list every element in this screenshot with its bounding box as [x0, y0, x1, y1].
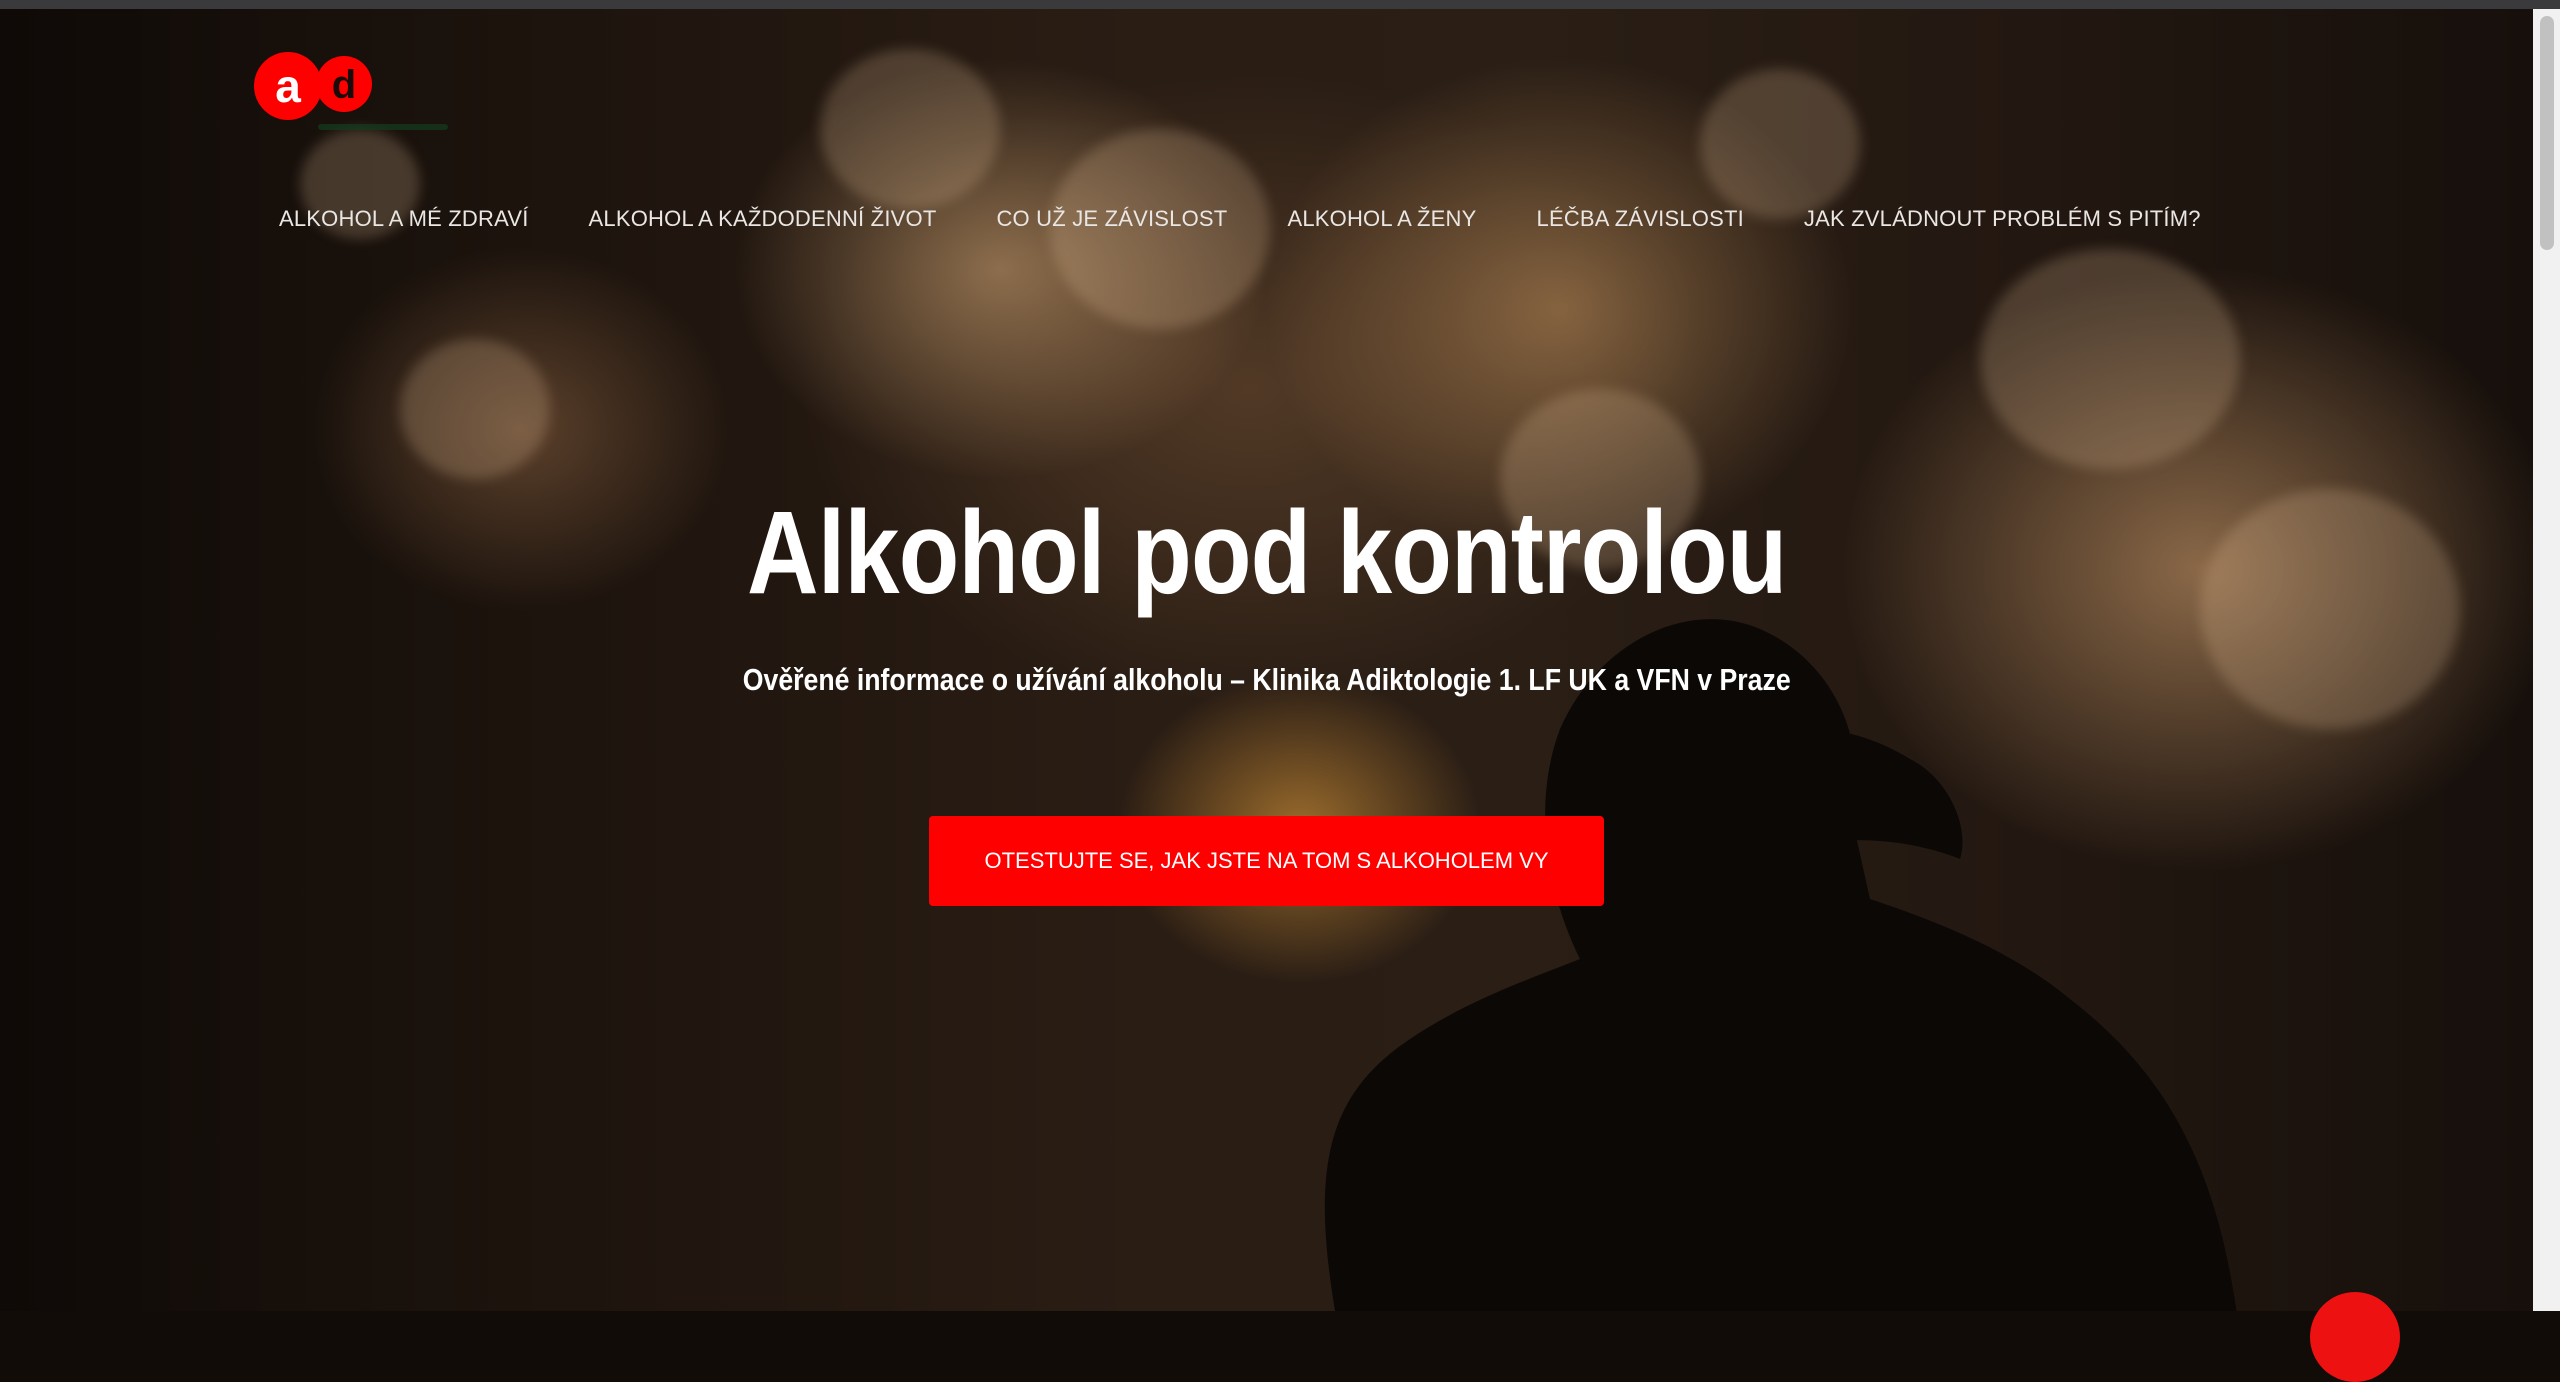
- bokeh-light: [1700, 69, 1860, 219]
- nav-item-co-uz-je-zavislost[interactable]: CO UŽ JE ZÁVISLOST: [996, 206, 1227, 232]
- logo-letter-d: d: [332, 63, 356, 107]
- nav-item-alkohol-a-zeny[interactable]: ALKOHOL A ŽENY: [1287, 206, 1476, 232]
- nav-item-lecba-zavislosti[interactable]: LÉČBA ZÁVISLOSTI: [1537, 206, 1744, 232]
- bokeh-light: [400, 339, 550, 479]
- chat-widget-button[interactable]: [2310, 1292, 2400, 1382]
- site-logo[interactable]: a d: [252, 50, 382, 130]
- nav-item-alkohol-a-me-zdravi[interactable]: ALKOHOL A MÉ ZDRAVÍ: [279, 206, 529, 232]
- nav-item-alkohol-a-kazdodenni-zivot[interactable]: ALKOHOL A KAŽDODENNÍ ŽIVOT: [589, 206, 937, 232]
- hero-title: Alkohol pod kontrolou: [746, 487, 1787, 619]
- bokeh-light: [820, 49, 1000, 209]
- logo-letter-a: a: [275, 60, 301, 112]
- hero-subtitle: Ověřené informace o užívání alkoholu – K…: [742, 662, 1791, 697]
- test-yourself-button[interactable]: OTESTUJTE SE, JAK JSTE NA TOM S ALKOHOLE…: [929, 816, 1604, 906]
- logo-tagline-bar: [318, 124, 448, 130]
- hero-section: [0, 9, 2533, 1311]
- scrollbar-thumb[interactable]: [2540, 16, 2554, 250]
- bokeh-light: [1980, 249, 2240, 469]
- browser-top-strip: [0, 0, 2560, 9]
- main-navigation: ALKOHOL A MÉ ZDRAVÍ ALKOHOL A KAŽDODENNÍ…: [279, 206, 2261, 232]
- nav-item-jak-zvladnout-problem[interactable]: JAK ZVLÁDNOUT PROBLÉM S PITÍM?: [1804, 206, 2201, 232]
